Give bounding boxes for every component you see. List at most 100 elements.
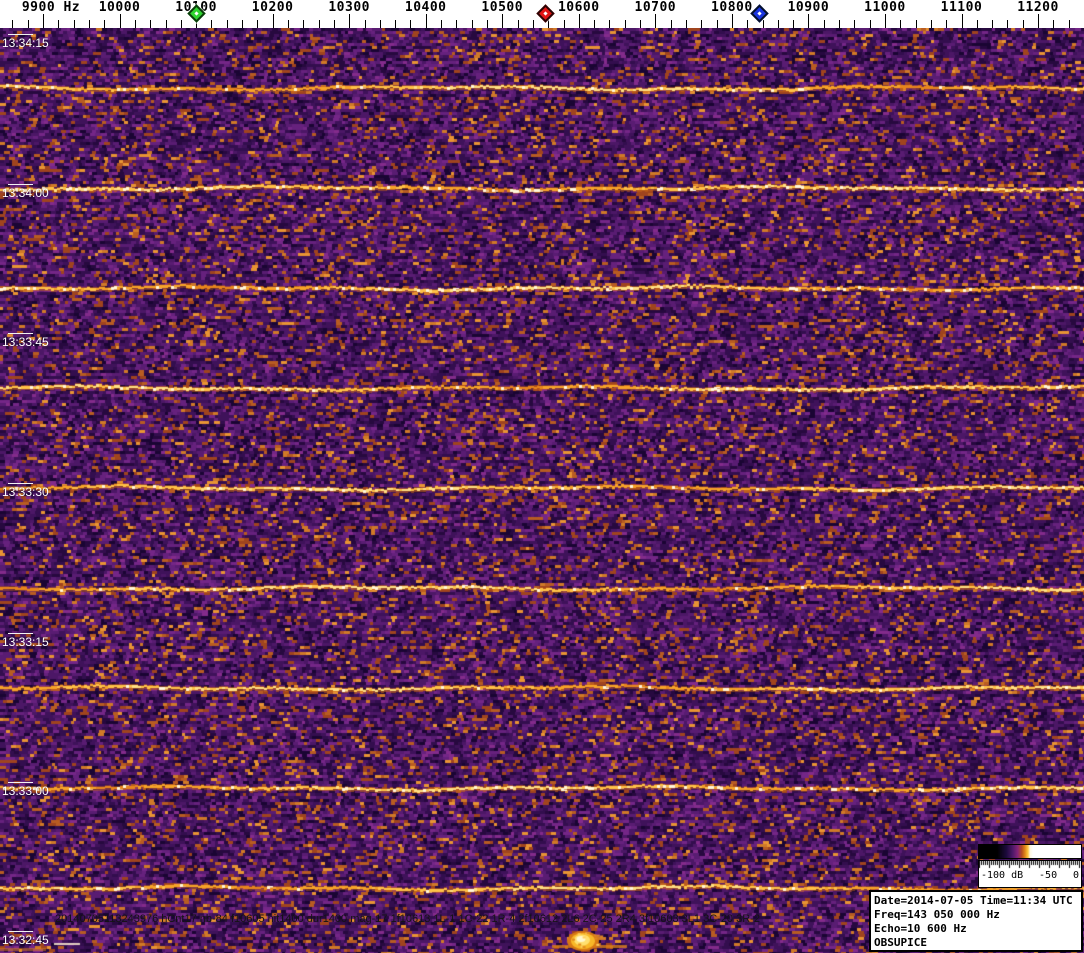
freq-label: 10600 xyxy=(557,0,600,15)
freq-major-tick xyxy=(349,14,351,28)
freq-minor-tick xyxy=(226,20,228,28)
freq-minor-tick xyxy=(563,20,565,28)
freq-minor-tick xyxy=(915,20,917,28)
freq-minor-tick xyxy=(823,20,825,28)
spectrogram-waterfall[interactable] xyxy=(0,28,1084,953)
freq-label: 11000 xyxy=(864,0,906,15)
freq-minor-tick xyxy=(839,20,840,28)
freq-minor-tick xyxy=(624,20,626,28)
freq-major-tick xyxy=(655,14,657,28)
freq-label: 9900 Hz xyxy=(21,0,81,15)
frequency-ruler[interactable]: 9900 Hz100001010010200103001040010500106… xyxy=(0,0,1084,28)
freq-major-tick xyxy=(272,14,274,28)
freq-minor-tick xyxy=(930,20,932,28)
info-line-datetime: Date=2014-07-05 Time=11:34 UTC xyxy=(874,894,1073,907)
info-line-station: OBSUPICE xyxy=(874,936,927,949)
freq-minor-tick xyxy=(211,20,213,28)
freq-minor-tick xyxy=(333,20,335,28)
freq-major-tick xyxy=(119,14,121,28)
freq-minor-tick xyxy=(517,20,519,28)
freq-label: 10700 xyxy=(634,0,677,15)
info-line-echo: Echo=10 600 Hz xyxy=(874,922,967,935)
freq-minor-tick xyxy=(58,20,60,28)
freq-major-tick xyxy=(961,14,963,28)
freq-label: 10000 xyxy=(98,0,141,15)
db-label-mid: -50 xyxy=(1039,870,1058,881)
freq-minor-tick xyxy=(777,20,779,28)
freq-minor-tick xyxy=(1007,20,1009,28)
freq-minor-tick xyxy=(134,20,136,28)
freq-minor-tick xyxy=(594,20,596,28)
freq-minor-tick xyxy=(762,20,764,28)
db-label-min: -100 dB xyxy=(981,870,1024,881)
freq-minor-tick xyxy=(716,20,718,28)
marker-blue-center-dot xyxy=(757,11,762,16)
freq-minor-tick xyxy=(1053,20,1055,28)
freq-minor-tick xyxy=(992,20,994,28)
info-line-frequency: Freq=143 050 000 Hz xyxy=(874,908,1000,921)
freq-minor-tick xyxy=(257,20,259,28)
freq-major-tick xyxy=(1038,14,1039,28)
freq-minor-tick xyxy=(165,20,167,28)
freq-minor-tick xyxy=(793,20,795,28)
freq-major-tick xyxy=(43,14,44,28)
freq-label: 10900 xyxy=(787,0,830,15)
freq-minor-tick xyxy=(670,20,672,28)
freq-major-tick xyxy=(808,14,810,28)
freq-minor-tick xyxy=(27,20,29,28)
marker-green-center-dot xyxy=(193,11,199,16)
freq-major-tick xyxy=(502,14,504,28)
freq-minor-tick xyxy=(104,20,106,28)
marker-red[interactable] xyxy=(536,4,556,23)
freq-minor-tick xyxy=(12,20,14,28)
marker-red-center-dot xyxy=(543,11,548,16)
db-color-scale: -100 dB -50 0 xyxy=(978,844,1082,888)
freq-label: 10500 xyxy=(481,0,524,15)
db-scale-ticks xyxy=(979,861,1081,870)
freq-minor-tick xyxy=(685,20,687,28)
db-scale-box: -100 dB -50 0 xyxy=(978,860,1082,888)
freq-minor-tick xyxy=(900,20,902,28)
freq-minor-tick xyxy=(318,20,320,28)
freq-minor-tick xyxy=(701,20,703,28)
freq-minor-tick xyxy=(180,20,182,28)
freq-minor-tick xyxy=(150,20,152,28)
freq-label: 10800 xyxy=(711,0,753,15)
detection-parameters-text: 20140705113243976 hCnt17 nb-84 f10605 hi… xyxy=(55,913,760,925)
freq-minor-tick xyxy=(869,20,871,28)
freq-minor-tick xyxy=(1022,20,1024,28)
freq-label: 10300 xyxy=(328,0,370,15)
freq-minor-tick xyxy=(946,20,948,28)
freq-minor-tick xyxy=(441,20,442,28)
freq-major-tick xyxy=(884,14,886,28)
freq-minor-tick xyxy=(287,20,289,28)
observation-info-box: Date=2014-07-05 Time=11:34 UTC Freq=143 … xyxy=(869,890,1083,952)
freq-minor-tick xyxy=(303,20,305,28)
freq-minor-tick xyxy=(471,20,473,28)
freq-minor-tick xyxy=(242,20,243,28)
freq-label: 11100 xyxy=(940,0,983,15)
freq-minor-tick xyxy=(486,20,488,28)
freq-major-tick xyxy=(578,14,580,28)
freq-minor-tick xyxy=(854,20,856,28)
freq-minor-tick xyxy=(976,20,978,28)
freq-label: 10200 xyxy=(251,0,294,15)
freq-minor-tick xyxy=(609,20,611,28)
freq-minor-tick xyxy=(640,20,641,28)
freq-major-tick xyxy=(425,14,427,28)
freq-minor-tick xyxy=(410,20,412,28)
freq-label: 10400 xyxy=(404,0,447,15)
freq-minor-tick xyxy=(1068,20,1070,28)
freq-minor-tick xyxy=(395,20,397,28)
freq-minor-tick xyxy=(379,20,381,28)
freq-minor-tick xyxy=(456,20,458,28)
db-label-max: 0 xyxy=(1072,870,1079,881)
freq-minor-tick xyxy=(364,20,366,28)
freq-minor-tick xyxy=(88,20,90,28)
color-gradient-bar xyxy=(978,844,1082,859)
freq-minor-tick xyxy=(532,20,534,28)
freq-minor-tick xyxy=(548,20,550,28)
freq-minor-tick xyxy=(73,20,75,28)
freq-major-tick xyxy=(731,14,733,28)
marker-blue[interactable] xyxy=(750,4,769,23)
